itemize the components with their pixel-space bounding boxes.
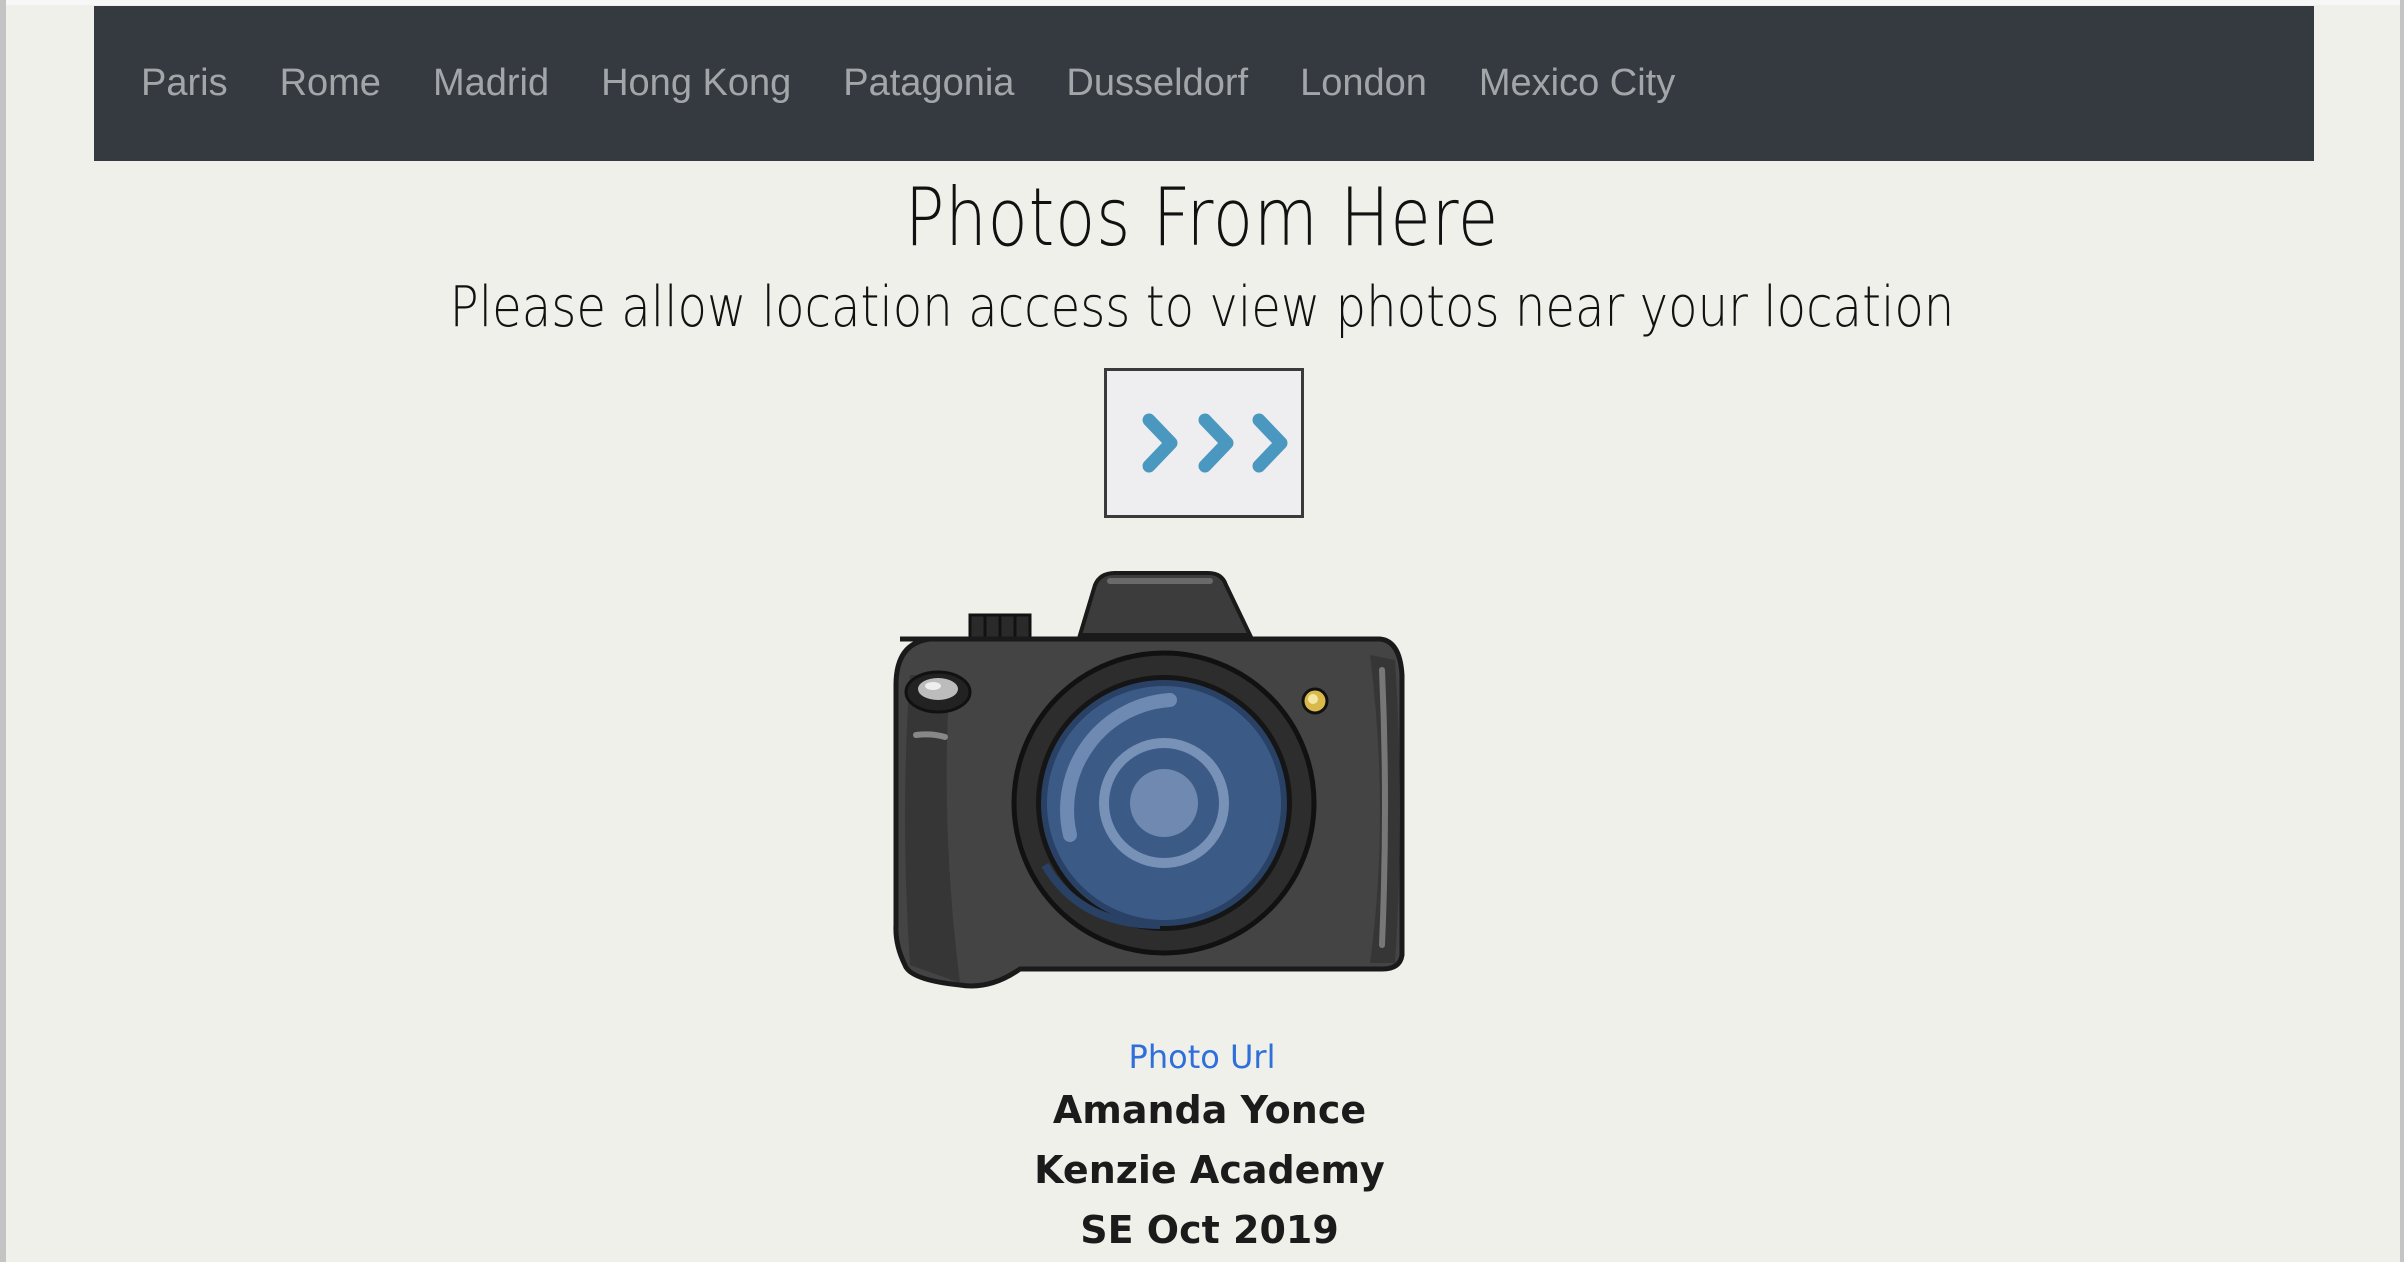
triple-chevron-right-icon xyxy=(1142,413,1288,473)
school-name: Kenzie Academy xyxy=(1034,1148,1385,1192)
author-name: Amanda Yonce xyxy=(1052,1088,1367,1132)
nav-item-paris[interactable]: Paris xyxy=(141,62,228,105)
nav-item-patagonia[interactable]: Patagonia xyxy=(843,62,1014,105)
nav-item-madrid[interactable]: Madrid xyxy=(433,62,549,105)
nav-item-dusseldorf[interactable]: Dusseldorf xyxy=(1066,62,1248,105)
camera-icon xyxy=(870,565,1410,1000)
page-subtitle: Please allow location access to view pho… xyxy=(449,275,1955,340)
cohort-label: SE Oct 2019 xyxy=(1080,1208,1339,1252)
navbar: Paris Rome Madrid Hong Kong Patagonia Du… xyxy=(94,6,2314,161)
nav-item-hong-kong[interactable]: Hong Kong xyxy=(601,62,791,105)
photo-url-link[interactable]: Photo Url xyxy=(0,1038,2404,1076)
next-photo-button[interactable] xyxy=(1104,368,1304,518)
window-top-edge xyxy=(0,0,2404,5)
nav-item-mexico-city[interactable]: Mexico City xyxy=(1479,62,1675,105)
nav-item-london[interactable]: London xyxy=(1300,62,1427,105)
page-title: Photos From Here xyxy=(904,171,1500,264)
nav-item-rome[interactable]: Rome xyxy=(280,62,381,105)
